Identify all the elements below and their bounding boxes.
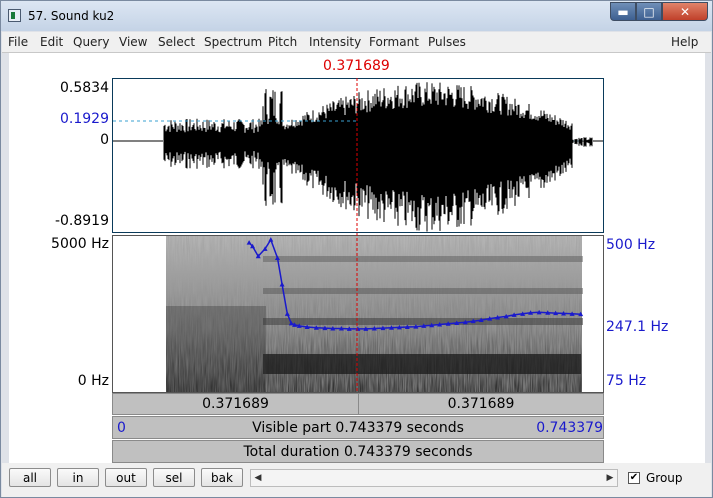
pitch-max-label: 500 Hz <box>606 237 656 253</box>
menu-formant[interactable]: Formant <box>369 35 419 49</box>
menu-query[interactable]: Query <box>73 35 109 49</box>
menu-edit[interactable]: Edit <box>40 35 63 49</box>
praat-app-icon <box>8 9 21 22</box>
cursor-time-label: 0.371689 <box>323 58 390 74</box>
zoom-back-button[interactable]: bak <box>201 468 243 487</box>
zoom-all-button[interactable]: all <box>9 468 51 487</box>
zoom-out-button[interactable]: out <box>105 468 147 487</box>
spectrogram-freq-min-label: 0 Hz <box>77 373 109 389</box>
waveform-min-label: -0.8919 <box>54 213 109 229</box>
spectrogram-freq-max-label: 5000 Hz <box>51 236 109 252</box>
group-checkbox[interactable]: ✔ <box>628 472 640 484</box>
menu-view[interactable]: View <box>119 35 147 49</box>
scroll-right-arrow-icon[interactable]: ▶ <box>603 470 617 486</box>
cursor-overlay <box>356 78 358 393</box>
menu-pulses[interactable]: Pulses <box>428 35 466 49</box>
close-button[interactable]: ✕ <box>662 2 708 21</box>
horizontal-scrollbar[interactable]: ◀ ▶ <box>250 469 618 487</box>
menu-file[interactable]: File <box>8 35 28 49</box>
maximize-button[interactable]: □ <box>636 2 662 21</box>
waveform-zero-label: 0 <box>100 132 109 148</box>
total-duration-label: Total duration 0.743379 seconds <box>243 443 473 460</box>
waveform-max-label: 0.5834 <box>60 80 109 96</box>
menu-spectrum[interactable]: Spectrum <box>204 35 262 49</box>
menu-pitch[interactable]: Pitch <box>268 35 297 49</box>
visible-end-label: 0.743379 <box>536 419 603 436</box>
window-title: 57. Sound ku2 <box>28 9 115 23</box>
bottom-toolbar: all in out sel bak ◀ ▶ ✔ Group <box>2 463 711 497</box>
group-checkbox-container[interactable]: ✔ Group <box>628 471 683 485</box>
menu-select[interactable]: Select <box>158 35 195 49</box>
pitch-min-label: 75 Hz <box>606 373 647 389</box>
zoom-in-button[interactable]: in <box>57 468 99 487</box>
menu-intensity[interactable]: Intensity <box>309 35 361 49</box>
zoom-selection-button[interactable]: sel <box>153 468 195 487</box>
scroll-left-arrow-icon[interactable]: ◀ <box>251 470 265 486</box>
pitch-cursor-label: 247.1 Hz <box>606 319 669 335</box>
praat-sound-window: 57. Sound ku2 ▬ □ ✕ File Edit Query View… <box>0 0 713 498</box>
ruler-right-segment[interactable]: 0.371689 <box>359 394 603 414</box>
menu-bar: File Edit Query View Select Spectrum Pit… <box>2 32 711 53</box>
total-duration-ruler[interactable]: Total duration 0.743379 seconds <box>112 440 604 463</box>
waveform-cursor-value-label: 0.1929 <box>60 111 109 127</box>
editor-area: 0.371689 0.5834 0.1929 0 -0.8919 5000 Hz… <box>9 53 705 463</box>
menu-help[interactable]: Help <box>671 35 698 49</box>
group-label: Group <box>646 471 683 485</box>
ruler-left-segment[interactable]: 0.371689 <box>113 394 359 414</box>
visible-part-ruler[interactable]: 0 Visible part 0.743379 seconds 0.743379 <box>112 416 604 439</box>
selection-ruler: 0.371689 0.371689 <box>112 393 604 415</box>
title-bar[interactable]: 57. Sound ku2 ▬ □ ✕ <box>1 1 712 31</box>
minimize-button[interactable]: ▬ <box>610 2 636 21</box>
